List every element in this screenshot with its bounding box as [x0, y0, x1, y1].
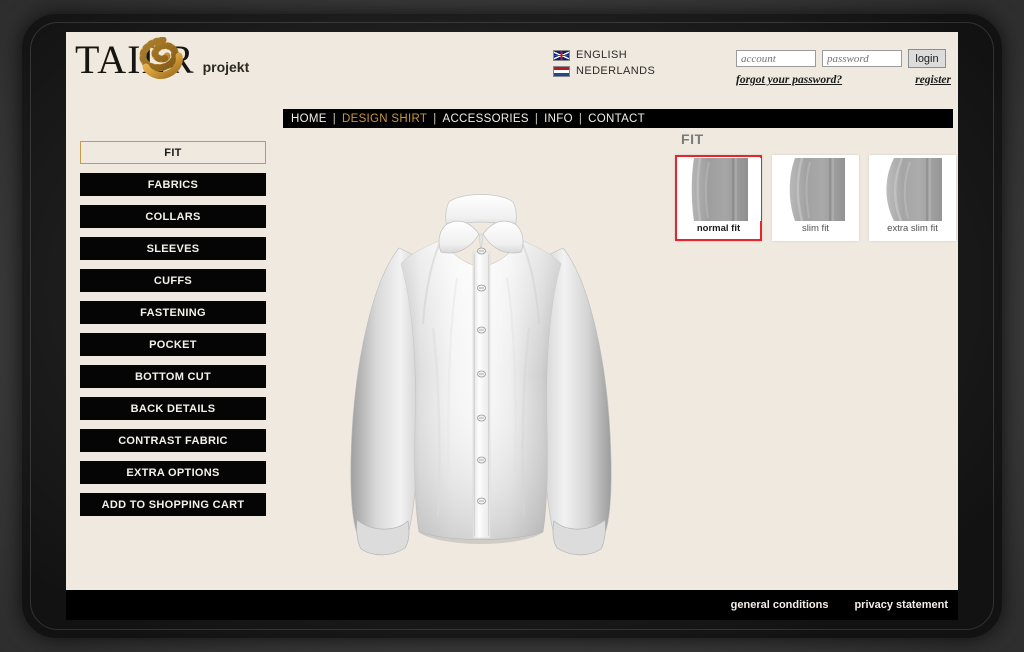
login-form: login	[736, 49, 951, 68]
login-button[interactable]: login	[908, 49, 946, 68]
sidebar-item-contrast-fabric[interactable]: CONTRAST FABRIC	[80, 429, 266, 452]
login-links: forgot your password? register	[736, 74, 951, 86]
language-label-english: ENGLISH	[576, 49, 628, 61]
sidebar-item-sleeves[interactable]: SLEEVES	[80, 237, 266, 260]
fit-panel-title: FIT	[681, 131, 704, 147]
sidebar-item-fit[interactable]: FIT	[80, 141, 266, 164]
normal-fit-thumbnail-icon	[678, 158, 761, 221]
sidebar-item-cuffs[interactable]: CUFFS	[80, 269, 266, 292]
sidebar-item-bottom-cut[interactable]: BOTTOM CUT	[80, 365, 266, 388]
fit-option-normal-fit[interactable]: normal fit	[675, 155, 762, 241]
content-area: FIT FABRICS COLLARS SLEEVES CUFFS FASTEN…	[66, 128, 958, 590]
fit-options-list: normal fit slim fit extra slim fit	[675, 155, 956, 241]
flag-uk-icon	[553, 49, 570, 61]
extra-slim-fit-thumbnail-icon	[872, 158, 955, 221]
design-options-sidebar: FIT FABRICS COLLARS SLEEVES CUFFS FASTEN…	[80, 141, 266, 525]
site-header: TAILR projekt ENGLISH NEDERLANDS account…	[66, 32, 958, 100]
shirt-preview	[281, 128, 681, 578]
nav-item-design-shirt[interactable]: DESIGN SHIRT	[342, 113, 427, 125]
sidebar-item-pocket[interactable]: POCKET	[80, 333, 266, 356]
password-input[interactable]	[822, 50, 902, 67]
nav-item-home[interactable]: HOME	[291, 113, 327, 125]
register-link[interactable]: register	[915, 74, 951, 86]
logo-wordmark: TAILR	[75, 37, 195, 80]
account-input[interactable]	[736, 50, 816, 67]
language-label-nederlands: NEDERLANDS	[576, 65, 656, 77]
footer-link-privacy-statement[interactable]: privacy statement	[854, 599, 948, 611]
logo-subtitle: projekt	[202, 59, 250, 75]
site-logo[interactable]: TAILR projekt	[75, 37, 250, 80]
nav-separator: |	[578, 112, 583, 125]
flag-nl-icon	[553, 65, 570, 77]
fit-options-panel: FIT normal fit slim fit extra slim fit	[671, 131, 956, 241]
forgot-password-link[interactable]: forgot your password?	[736, 74, 842, 86]
language-option-nederlands[interactable]: NEDERLANDS	[553, 64, 655, 78]
language-selector: ENGLISH NEDERLANDS	[553, 48, 655, 80]
fit-option-label-extra-slim-fit: extra slim fit	[887, 223, 938, 234]
login-area: login forgot your password? register	[736, 49, 951, 86]
sidebar-item-collars[interactable]: COLLARS	[80, 205, 266, 228]
sidebar-item-fabrics[interactable]: FABRICS	[80, 173, 266, 196]
footer-link-general-conditions[interactable]: general conditions	[731, 599, 829, 611]
site-footer: general conditions privacy statement	[66, 590, 958, 620]
main-navigation: HOME | DESIGN SHIRT | ACCESSORIES | INFO…	[283, 109, 953, 128]
page-container: TAILR projekt ENGLISH NEDERLANDS account…	[66, 32, 958, 620]
sidebar-item-add-to-shopping-cart[interactable]: ADD TO SHOPPING CART	[80, 493, 266, 516]
nav-item-accessories[interactable]: ACCESSORIES	[442, 113, 528, 125]
sidebar-item-extra-options[interactable]: EXTRA OPTIONS	[80, 461, 266, 484]
measuring-tape-icon	[139, 37, 183, 79]
language-option-english[interactable]: ENGLISH	[553, 48, 655, 62]
fit-option-extra-slim-fit[interactable]: extra slim fit	[869, 155, 956, 241]
nav-separator: |	[433, 112, 437, 125]
white-dress-shirt-image	[350, 194, 612, 556]
fit-option-label-normal-fit: normal fit	[696, 223, 741, 234]
sidebar-item-back-details[interactable]: BACK DETAILS	[80, 397, 266, 420]
nav-item-contact[interactable]: CONTACT	[588, 113, 645, 125]
fit-option-slim-fit[interactable]: slim fit	[772, 155, 859, 241]
nav-separator: |	[332, 112, 336, 125]
fit-option-label-slim-fit: slim fit	[802, 223, 829, 234]
nav-separator: |	[534, 112, 539, 125]
nav-item-info[interactable]: INFO	[544, 113, 573, 125]
sidebar-item-fastening[interactable]: FASTENING	[80, 301, 266, 324]
slim-fit-thumbnail-icon	[775, 158, 858, 221]
